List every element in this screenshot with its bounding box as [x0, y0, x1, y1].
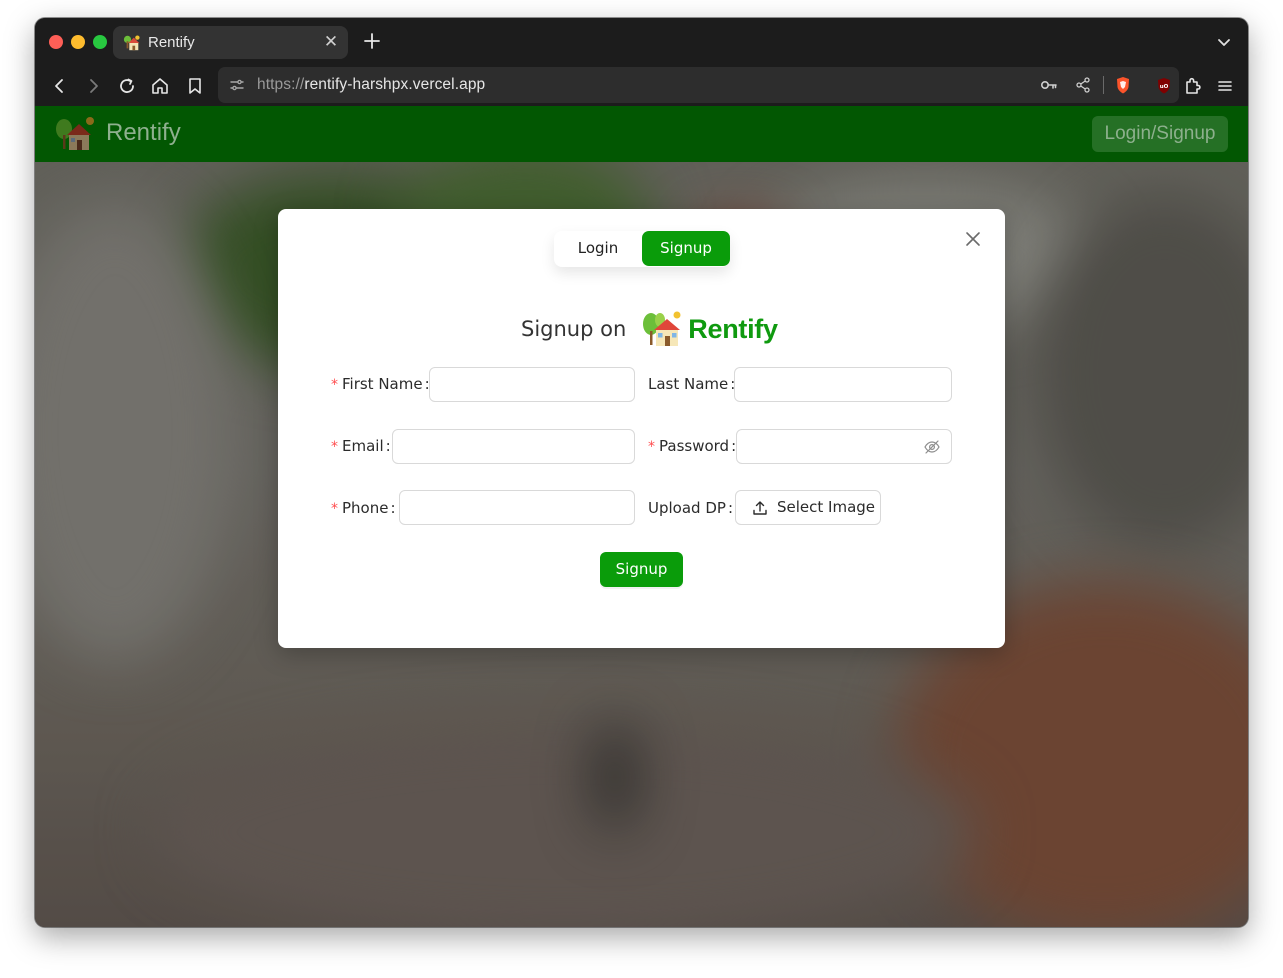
plus-icon[interactable] — [361, 30, 383, 52]
required-marker: * — [648, 439, 655, 455]
key-icon[interactable] — [1039, 75, 1059, 95]
required-marker: * — [331, 501, 338, 517]
auth-mode-switch: Login Signup — [554, 231, 730, 267]
first-name-input[interactable] — [429, 367, 635, 402]
tab-login[interactable]: Login — [554, 231, 642, 266]
chevron-down-icon[interactable] — [1214, 32, 1234, 52]
share-icon[interactable] — [1073, 75, 1093, 95]
close-window-button[interactable] — [49, 35, 63, 49]
eye-invisible-icon[interactable] — [923, 438, 941, 456]
first-name-label: * First Name: — [331, 375, 430, 393]
forward-arrow-icon[interactable] — [81, 74, 105, 98]
heading-brand: Rentify — [688, 313, 778, 344]
house-emoji-icon — [643, 311, 681, 346]
url-text: https://rentify-harshpx.vercel.app — [257, 76, 485, 94]
password-input[interactable] — [736, 429, 952, 464]
browser-tab[interactable]: Rentify ✕ — [113, 26, 348, 59]
menu-icon[interactable] — [1213, 74, 1237, 98]
phone-input[interactable] — [399, 490, 635, 525]
url-scheme: https:// — [257, 76, 305, 93]
email-label: * Email: — [331, 437, 391, 455]
select-image-label: Select Image — [777, 498, 876, 516]
navbar-brand[interactable]: Rentify — [106, 119, 181, 147]
signup-modal: Login Signup Signup on Rentify * First Na… — [278, 209, 1005, 648]
address-bar-divider — [1103, 76, 1104, 94]
minimize-window-button[interactable] — [71, 35, 85, 49]
signup-submit-button[interactable]: Signup — [600, 552, 683, 587]
browser-window: Rentify ✕ https://rentify-harshpx.vercel… — [35, 18, 1248, 927]
required-marker: * — [331, 439, 338, 455]
last-name-input[interactable] — [734, 367, 952, 402]
url-host: rentify-harshpx.vercel.app — [304, 76, 486, 93]
tab-signup[interactable]: Signup — [642, 231, 730, 266]
home-icon[interactable] — [148, 74, 172, 98]
login-signup-button[interactable]: Login/Signup — [1092, 116, 1228, 152]
upload-icon — [753, 501, 767, 515]
email-input[interactable] — [392, 429, 635, 464]
last-name-label: Last Name: — [648, 375, 736, 393]
select-image-button[interactable]: Select Image — [735, 490, 881, 525]
ublock-icon[interactable]: uO — [1152, 74, 1176, 98]
extensions-puzzle-icon[interactable] — [1181, 74, 1205, 98]
heading-prefix: Signup on — [521, 317, 627, 341]
house-emoji-icon — [123, 35, 140, 51]
required-marker: * — [331, 377, 338, 393]
rentify-logo-icon[interactable] — [55, 115, 95, 153]
signup-heading: Signup on Rentify — [521, 307, 778, 351]
tab-title: Rentify — [148, 34, 195, 51]
password-label: * Password: — [648, 437, 737, 455]
address-bar[interactable]: https://rentify-harshpx.vercel.app — [218, 67, 1179, 103]
svg-text:uO: uO — [1160, 84, 1169, 90]
close-icon[interactable]: ✕ — [322, 33, 340, 51]
back-arrow-icon[interactable] — [48, 74, 72, 98]
maximize-window-button[interactable] — [93, 35, 107, 49]
upload-dp-label: Upload DP: — [648, 499, 733, 517]
phone-label: * Phone: — [331, 499, 396, 517]
close-icon[interactable] — [963, 229, 983, 249]
reload-icon[interactable] — [115, 74, 139, 98]
browser-toolbar: https://rentify-harshpx.vercel.app uO — [35, 66, 1248, 106]
site-settings-icon[interactable] — [227, 75, 247, 95]
brave-shields-icon[interactable] — [1113, 75, 1133, 95]
bookmark-icon[interactable] — [183, 74, 207, 98]
site-navbar: Rentify Login/Signup — [35, 106, 1248, 162]
tab-strip: Rentify ✕ — [35, 18, 1248, 66]
